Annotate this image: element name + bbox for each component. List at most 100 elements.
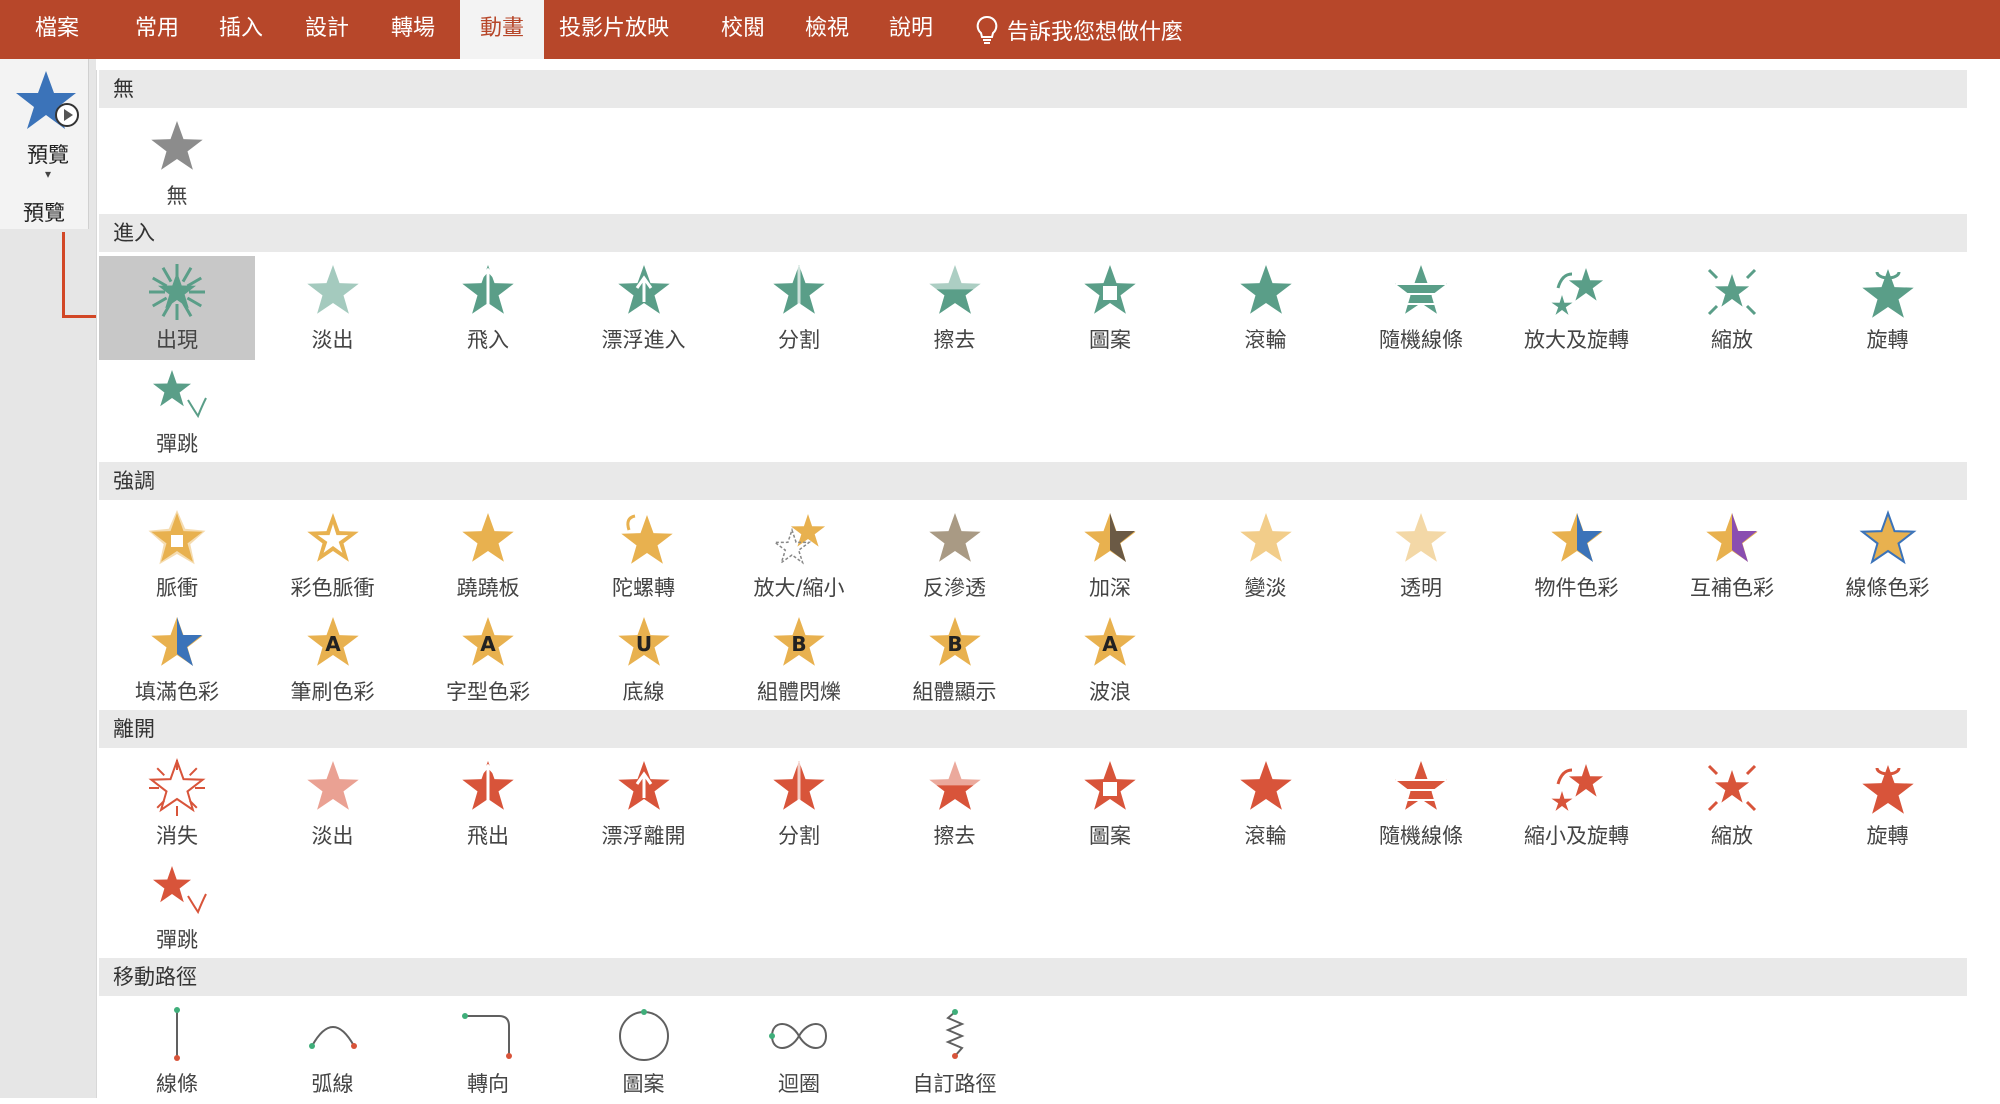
animation-emphasis-underline[interactable]: U 底線 <box>566 608 722 712</box>
animation-exit-fade-out[interactable]: 淡出 <box>255 752 411 856</box>
animation-label: 消失 <box>156 824 198 848</box>
random-bars-icon <box>1395 761 1447 810</box>
animation-label: 縮放 <box>1711 328 1753 352</box>
animation-label: 旋轉 <box>1866 824 1909 848</box>
wave-icon: A <box>1084 617 1136 666</box>
animation-exit-shape[interactable]: 圖案 <box>1032 752 1188 856</box>
animation-entrance-zoom[interactable]: 縮放 <box>1654 256 1810 360</box>
shape-path-icon <box>618 1009 669 1061</box>
animation-entrance-bounce[interactable]: 彈跳 <box>99 360 255 464</box>
animation-entrance-wipe[interactable]: 擦去 <box>877 256 1033 360</box>
animation-emphasis-object-color[interactable]: 物件色彩 <box>1499 504 1655 608</box>
float-in-icon <box>617 265 670 314</box>
tab-5[interactable]: 動畫 <box>460 0 544 59</box>
animation-label: 圖案 <box>1089 328 1131 352</box>
spin-icon <box>620 514 673 564</box>
tab-6[interactable]: 投影片放映 <box>548 0 680 59</box>
animation-label: 蹺蹺板 <box>456 576 520 600</box>
tab-4[interactable]: 轉場 <box>372 0 454 59</box>
animation-emphasis-line-color[interactable]: 線條色彩 <box>1810 504 1966 608</box>
animation-exit-float-out[interactable]: 漂浮離開 <box>566 752 722 856</box>
tab-7[interactable]: 校閱 <box>702 0 784 59</box>
animation-path-turn-path[interactable]: 轉向 <box>410 1000 566 1104</box>
tab-9[interactable]: 說明 <box>870 0 952 59</box>
animation-exit-swivel[interactable]: 旋轉 <box>1810 752 1966 856</box>
animation-emphasis-grow-shrink[interactable]: 放大/縮小 <box>721 504 877 608</box>
animation-emphasis-spin[interactable]: 陀螺轉 <box>566 504 722 608</box>
desaturate-icon <box>928 513 981 562</box>
animation-none-star-none[interactable]: 無 <box>99 112 255 216</box>
tab-1[interactable]: 常用 <box>116 0 198 59</box>
animation-emphasis-font-color[interactable]: A 字型色彩 <box>410 608 566 712</box>
animation-exit-wheel[interactable]: 滾輪 <box>1188 752 1344 856</box>
complementary-color-icon <box>1706 513 1758 562</box>
bounce-icon <box>153 370 207 419</box>
animation-label: 陀螺轉 <box>612 576 675 600</box>
animation-emphasis-darken[interactable]: 加深 <box>1032 504 1188 608</box>
animation-path-line-path[interactable]: 線條 <box>99 1000 255 1104</box>
animation-label: 組體閃爍 <box>757 680 841 704</box>
animation-entrance-random-bars[interactable]: 隨機線條 <box>1343 256 1499 360</box>
animation-label: 滾輪 <box>1244 328 1287 352</box>
animation-label: 飛出 <box>467 824 509 848</box>
tab-3[interactable]: 設計 <box>286 0 368 59</box>
animation-emphasis-fill-color[interactable]: 填滿色彩 <box>99 608 255 712</box>
animation-emphasis-lighten[interactable]: 變淡 <box>1188 504 1344 608</box>
animation-entrance-appear[interactable]: 出現 <box>99 256 255 360</box>
animation-entrance-shape[interactable]: 圖案 <box>1032 256 1188 360</box>
section-header-exit: 離開 <box>99 710 1967 748</box>
animation-emphasis-color-pulse[interactable]: 彩色脈衝 <box>255 504 411 608</box>
swivel-icon <box>1861 765 1914 814</box>
fade-icon <box>306 265 359 314</box>
bold-flash-icon: B <box>773 617 825 666</box>
animation-exit-disappear[interactable]: 消失 <box>99 752 255 856</box>
animation-label: 互補色彩 <box>1690 576 1774 600</box>
animation-entrance-grow-turn[interactable]: 放大及旋轉 <box>1499 256 1655 360</box>
animation-entrance-split[interactable]: 分割 <box>721 256 877 360</box>
animation-path-arc-path[interactable]: 弧線 <box>255 1000 411 1104</box>
animation-exit-bounce[interactable]: 彈跳 <box>99 856 255 960</box>
animation-entrance-fade[interactable]: 淡出 <box>255 256 411 360</box>
tab-2[interactable]: 插入 <box>200 0 282 59</box>
gallery-scrollbar[interactable] <box>1968 70 2000 1098</box>
tab-0[interactable]: 檔案 <box>16 0 98 59</box>
animation-label: 物件色彩 <box>1534 576 1619 600</box>
animation-entrance-wheel[interactable]: 滾輪 <box>1188 256 1344 360</box>
animation-path-custom-path[interactable]: 自訂路徑 <box>877 1000 1033 1104</box>
animation-exit-shrink-turn[interactable]: 縮小及旋轉 <box>1499 752 1655 856</box>
animation-emphasis-desaturate[interactable]: 反滲透 <box>877 504 1033 608</box>
animation-emphasis-complementary-color[interactable]: 互補色彩 <box>1654 504 1810 608</box>
animation-gallery: 無無進入 出現 淡出 飛入 漂浮進入 分割 擦去 圖案 滾輪 隨機線條 放大及旋轉 縮放 旋轉 彈跳 強調脈… <box>96 70 1969 1098</box>
random-bars-icon <box>1395 265 1447 314</box>
section-header-entrance: 進入 <box>99 214 1967 252</box>
animation-emphasis-bold-flash[interactable]: B 組體閃爍 <box>721 608 877 712</box>
animation-exit-split[interactable]: 分割 <box>721 752 877 856</box>
animation-emphasis-pulse[interactable]: 脈衝 <box>99 504 255 608</box>
chevron-down-icon[interactable]: ▾ <box>4 167 92 181</box>
animation-emphasis-teeter[interactable]: 蹺蹺板 <box>410 504 566 608</box>
animation-label: 反滲透 <box>923 576 986 600</box>
animation-emphasis-bold-reveal[interactable]: B 組體顯示 <box>877 608 1033 712</box>
animation-exit-zoom[interactable]: 縮放 <box>1654 752 1810 856</box>
animation-emphasis-brush-color[interactable]: A 筆刷色彩 <box>255 608 411 712</box>
tab-8[interactable]: 檢視 <box>786 0 868 59</box>
animation-label: 漂浮進入 <box>601 328 686 352</box>
animation-emphasis-wave[interactable]: A 波浪 <box>1032 608 1188 712</box>
animation-exit-fly-out[interactable]: 飛出 <box>410 752 566 856</box>
preview-button-label: 預覽 <box>27 143 69 167</box>
animation-path-loop-path[interactable]: 迴圈 <box>721 1000 877 1104</box>
animation-entrance-swivel[interactable]: 旋轉 <box>1810 256 1966 360</box>
preview-button[interactable]: 預覽 ▾ <box>4 67 84 195</box>
split-icon <box>773 265 825 314</box>
animation-label: 隨機線條 <box>1379 328 1463 352</box>
animation-exit-wipe[interactable]: 擦去 <box>877 752 1033 856</box>
animation-path-shape-path[interactable]: 圖案 <box>566 1000 722 1104</box>
animation-emphasis-transparency[interactable]: 透明 <box>1343 504 1499 608</box>
animation-entrance-fly-in[interactable]: 飛入 <box>410 256 566 360</box>
tell-me-box[interactable]: 告訴我您想做什麼 <box>975 0 1183 59</box>
line-path-icon <box>174 1007 180 1061</box>
shape-icon <box>1084 265 1136 314</box>
animation-label: 旋轉 <box>1866 328 1909 352</box>
animation-exit-random-bars[interactable]: 隨機線條 <box>1343 752 1499 856</box>
animation-entrance-float-in[interactable]: 漂浮進入 <box>566 256 722 360</box>
